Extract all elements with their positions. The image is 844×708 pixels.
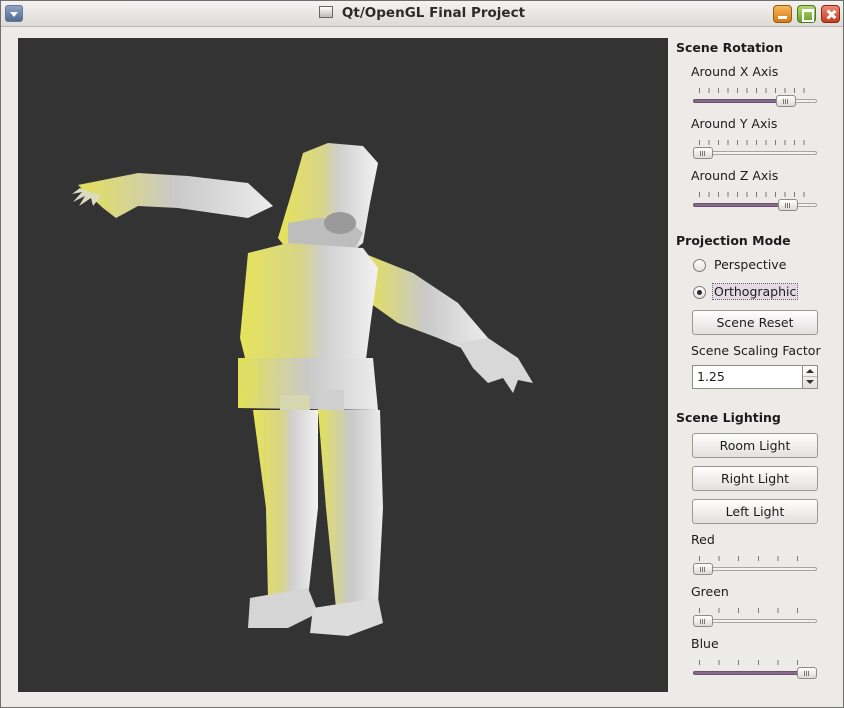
slider-handle[interactable] — [693, 563, 713, 575]
rendered-model — [72, 143, 533, 636]
spin-down-icon[interactable] — [803, 377, 817, 388]
scaling-factor-label: Scene Scaling Factor — [691, 343, 821, 358]
minimize-icon[interactable] — [773, 5, 792, 23]
y-axis-label: Around Y Axis — [691, 116, 778, 131]
window-title: Qt/OpenGL Final Project — [341, 5, 526, 21]
scene-rotation-heading: Scene Rotation — [676, 40, 783, 55]
radio-button[interactable] — [693, 286, 706, 299]
radio-button[interactable] — [693, 259, 706, 272]
slider-handle[interactable] — [693, 147, 713, 159]
spin-buttons[interactable] — [803, 365, 818, 389]
radio-label: Orthographic — [711, 283, 799, 300]
left-light-button[interactable]: Left Light — [692, 499, 818, 524]
slider-ticks — [699, 660, 811, 665]
x-axis-slider[interactable] — [693, 88, 817, 110]
slider-fill — [693, 203, 788, 207]
close-icon[interactable] — [821, 5, 840, 23]
scaling-factor-input[interactable]: 1.25 — [692, 365, 803, 389]
z-axis-slider[interactable] — [693, 192, 817, 214]
x-axis-label: Around X Axis — [691, 64, 779, 79]
scene-reset-button[interactable]: Scene Reset — [692, 310, 818, 335]
spin-up-icon[interactable] — [803, 366, 817, 377]
right-light-button[interactable]: Right Light — [692, 466, 818, 491]
slider-ticks — [699, 556, 811, 561]
room-light-button[interactable]: Room Light — [692, 433, 818, 458]
blue-slider[interactable] — [693, 660, 817, 682]
green-label: Green — [691, 584, 729, 599]
slider-ticks — [699, 608, 811, 613]
y-axis-slider[interactable] — [693, 140, 817, 162]
red-slider[interactable] — [693, 556, 817, 578]
projection-mode-heading: Projection Mode — [676, 233, 791, 248]
slider-handle[interactable] — [776, 95, 796, 107]
control-panel: Scene Rotation Around X Axis Around Y Ax… — [671, 31, 841, 703]
title-wrap: Qt/OpenGL Final Project — [1, 5, 843, 21]
slider-fill — [693, 671, 807, 675]
z-axis-label: Around Z Axis — [691, 168, 779, 183]
opengl-viewport[interactable] — [18, 38, 668, 692]
slider-handle[interactable] — [693, 615, 713, 627]
slider-handle[interactable] — [797, 667, 817, 679]
slider-ticks — [699, 192, 811, 197]
red-label: Red — [691, 532, 715, 547]
maximize-icon[interactable] — [797, 5, 816, 23]
blue-label: Blue — [691, 636, 719, 651]
slider-fill — [693, 99, 786, 103]
slider-ticks — [699, 140, 811, 145]
green-slider[interactable] — [693, 608, 817, 630]
radio-label: Perspective — [714, 257, 787, 272]
title-bar[interactable]: Qt/OpenGL Final Project — [1, 1, 843, 27]
main-window: Qt/OpenGL Final Project Scene Rotation A… — [0, 0, 844, 708]
slider-handle[interactable] — [778, 199, 798, 211]
scene-lighting-heading: Scene Lighting — [676, 410, 781, 425]
slider-ticks — [699, 88, 811, 93]
scaling-factor-spinbox[interactable]: 1.25 — [692, 365, 818, 389]
app-icon — [318, 6, 333, 18]
